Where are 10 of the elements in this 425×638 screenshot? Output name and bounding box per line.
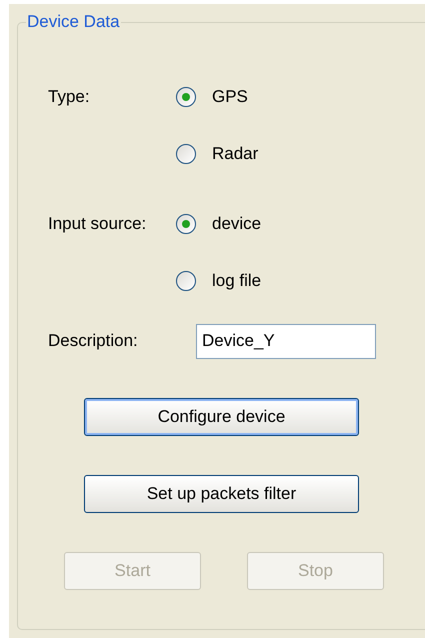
field-label: Description: <box>48 330 139 352</box>
push-button[interactable]: Set up packets filter <box>84 475 359 513</box>
field-label: Input source: <box>48 213 146 236</box>
push-button[interactable]: Configure device <box>84 398 359 436</box>
radio-button[interactable]: log file <box>176 263 262 299</box>
radio-button[interactable]: Radar <box>176 136 258 172</box>
radio-button[interactable]: GPS <box>176 79 258 115</box>
field-label: Type: <box>48 86 90 108</box>
description-field[interactable]: Device_Y <box>196 324 376 358</box>
radio-button[interactable]: device <box>176 206 262 242</box>
